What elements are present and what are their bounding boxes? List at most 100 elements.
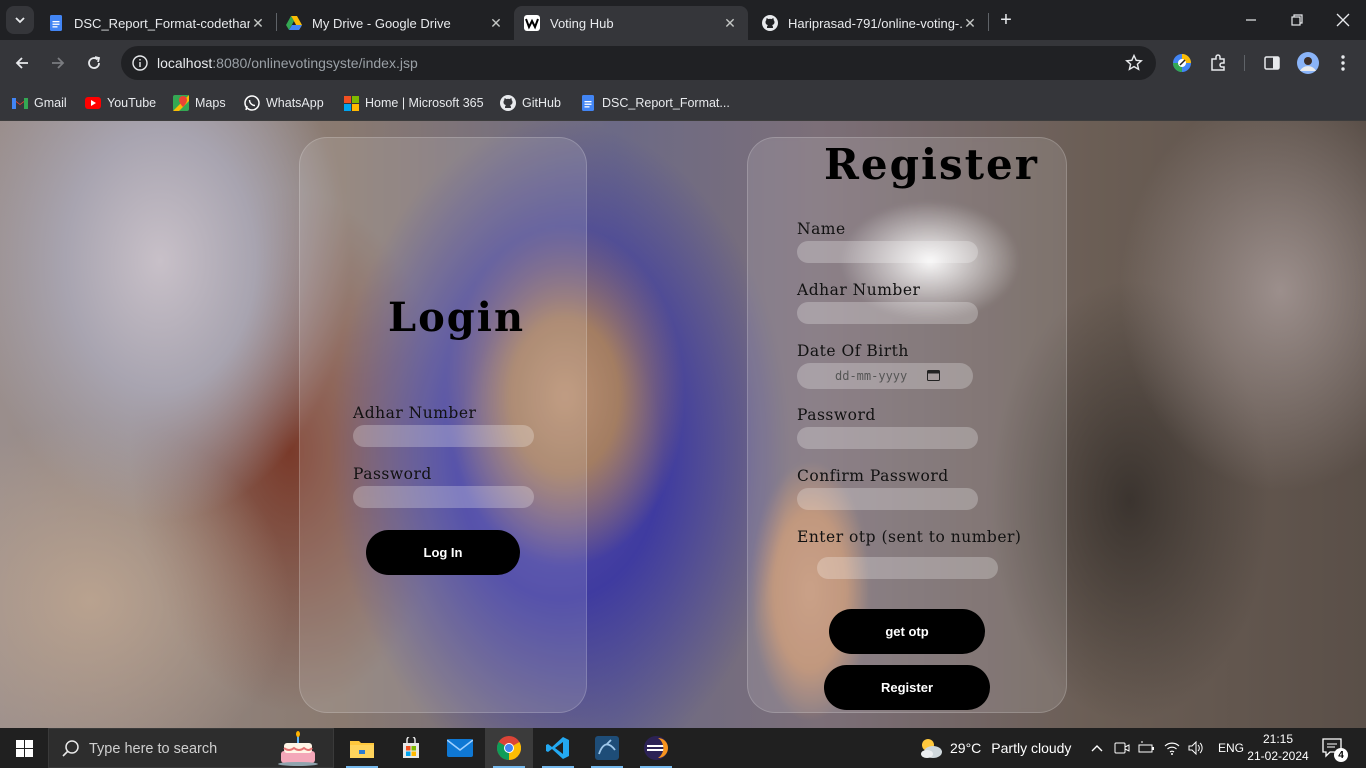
google-docs-icon bbox=[580, 95, 596, 111]
bookmark-youtube[interactable]: YouTube bbox=[85, 92, 156, 114]
close-icon[interactable]: ✕ bbox=[488, 15, 504, 31]
bookmark-label: WhatsApp bbox=[266, 96, 324, 110]
volume-icon[interactable] bbox=[1188, 741, 1204, 755]
reload-icon bbox=[88, 56, 101, 69]
register-password-input[interactable] bbox=[797, 427, 978, 449]
partly-cloudy-icon bbox=[921, 739, 942, 758]
arrow-right-icon bbox=[52, 57, 65, 69]
login-panel: Login Adhar Number Password Log In bbox=[299, 137, 587, 713]
bookmark-maps[interactable]: Maps bbox=[173, 92, 226, 114]
extensions-puzzle-icon[interactable] bbox=[1206, 51, 1230, 75]
site-info-icon[interactable] bbox=[129, 52, 151, 74]
close-icon[interactable]: ✕ bbox=[962, 15, 978, 31]
whatsapp-icon bbox=[244, 95, 260, 111]
bookmark-label: DSC_Report_Format... bbox=[602, 96, 730, 110]
clock[interactable]: 21:15 21-02-2024 bbox=[1246, 731, 1310, 765]
close-window-button[interactable] bbox=[1320, 0, 1366, 40]
meet-now-icon[interactable] bbox=[1114, 740, 1130, 756]
minimize-button[interactable] bbox=[1228, 0, 1274, 40]
tab-search-button[interactable] bbox=[6, 6, 34, 34]
login-adhar-label: Adhar Number bbox=[353, 404, 477, 422]
bookmark-label: GitHub bbox=[522, 96, 561, 110]
mysql-workbench-icon bbox=[595, 736, 619, 760]
bookmark-label: Gmail bbox=[34, 96, 67, 110]
register-panel: Register Name Adhar Number Date Of Birth… bbox=[747, 137, 1067, 713]
extension-speed-icon[interactable] bbox=[1170, 51, 1194, 75]
vscode-icon bbox=[546, 737, 569, 759]
tab-google-drive[interactable]: My Drive - Google Drive ✕ bbox=[276, 6, 514, 40]
taskbar-mail[interactable] bbox=[436, 728, 484, 768]
system-tray: ENG bbox=[1090, 728, 1244, 768]
taskbar-microsoft-store[interactable] bbox=[387, 728, 435, 768]
address-bar[interactable]: localhost:8080/onlinevotingsyste/index.j… bbox=[121, 46, 1156, 80]
github-icon bbox=[500, 95, 516, 111]
tab-github-repo[interactable]: Hariprasad-791/online-voting-... ✕ bbox=[752, 6, 988, 40]
tab-title: Hariprasad-791/online-voting-... bbox=[788, 15, 962, 31]
chevron-up-icon[interactable] bbox=[1090, 743, 1104, 753]
taskbar-mysql-workbench[interactable] bbox=[583, 728, 631, 768]
register-name-label: Name bbox=[797, 220, 846, 238]
forward-button[interactable] bbox=[43, 48, 73, 78]
login-password-input[interactable] bbox=[353, 486, 534, 508]
back-button[interactable] bbox=[7, 48, 37, 78]
tab-title: DSC_Report_Format-codethan... bbox=[74, 15, 250, 31]
voting-hub-page: Login Adhar Number Password Log In Regis… bbox=[0, 121, 1366, 728]
bookmark-star-icon[interactable] bbox=[1124, 53, 1144, 73]
restore-button[interactable] bbox=[1274, 0, 1320, 40]
register-name-input[interactable] bbox=[797, 241, 978, 263]
bookmark-dsc-report[interactable]: DSC_Report_Format... bbox=[580, 92, 730, 114]
taskbar-search-box[interactable]: Type here to search bbox=[48, 728, 334, 768]
notification-center-button[interactable]: 4 bbox=[1322, 728, 1348, 768]
taskbar-chrome[interactable] bbox=[485, 728, 533, 768]
login-adhar-input[interactable] bbox=[353, 425, 534, 447]
weather-temp: 29°C bbox=[950, 740, 982, 756]
bookmark-github[interactable]: GitHub bbox=[500, 92, 561, 114]
wifi-icon[interactable] bbox=[1164, 741, 1180, 755]
taskbar-vscode[interactable] bbox=[534, 728, 582, 768]
side-panel-icon[interactable] bbox=[1260, 51, 1284, 75]
taskbar-file-explorer[interactable] bbox=[338, 728, 386, 768]
new-tab-button[interactable]: + bbox=[994, 8, 1018, 32]
bookmark-microsoft-365[interactable]: Home | Microsoft 365 bbox=[343, 92, 484, 114]
register-adhar-input[interactable] bbox=[797, 302, 978, 324]
url-text[interactable]: localhost:8080/onlinevotingsyste/index.j… bbox=[157, 55, 418, 71]
birthday-cake-icon[interactable] bbox=[275, 731, 321, 767]
taskbar-eclipse[interactable] bbox=[632, 728, 680, 768]
notification-count-badge: 4 bbox=[1334, 748, 1348, 762]
chrome-icon bbox=[497, 736, 521, 760]
login-button[interactable]: Log In bbox=[366, 530, 520, 575]
battery-icon[interactable] bbox=[1138, 741, 1156, 755]
tab-title: Voting Hub bbox=[550, 15, 614, 31]
tab-voting-hub[interactable]: Voting Hub ✕ bbox=[514, 6, 748, 40]
register-confirm-input[interactable] bbox=[797, 488, 978, 510]
register-button[interactable]: Register bbox=[824, 665, 990, 710]
language-indicator[interactable]: ENG bbox=[1218, 741, 1244, 755]
weather-widget[interactable]: 29°C Partly cloudy bbox=[918, 728, 1071, 768]
gmail-icon bbox=[12, 95, 28, 111]
maps-icon bbox=[173, 95, 189, 111]
close-icon[interactable]: ✕ bbox=[722, 15, 738, 31]
bookmark-whatsapp[interactable]: WhatsApp bbox=[244, 92, 324, 114]
register-otp-input[interactable] bbox=[817, 557, 998, 579]
toolbar-divider bbox=[1244, 55, 1245, 71]
dob-placeholder: dd-mm-yyyy bbox=[835, 369, 908, 383]
close-icon[interactable]: ✕ bbox=[250, 15, 266, 31]
arrow-left-icon bbox=[15, 57, 28, 69]
windows-logo-icon bbox=[15, 739, 33, 757]
google-drive-icon bbox=[286, 15, 302, 31]
weather-text: Partly cloudy bbox=[991, 740, 1072, 756]
start-button[interactable] bbox=[0, 728, 48, 768]
get-otp-button[interactable]: get otp bbox=[829, 609, 985, 654]
profile-avatar[interactable] bbox=[1296, 51, 1320, 75]
reload-button[interactable] bbox=[79, 48, 109, 78]
register-confirm-label: Confirm Password bbox=[797, 467, 949, 485]
tab-dsc-report[interactable]: DSC_Report_Format-codethan... ✕ bbox=[38, 6, 276, 40]
calendar-icon[interactable] bbox=[927, 369, 940, 381]
search-icon bbox=[62, 740, 79, 757]
close-icon bbox=[1336, 13, 1350, 27]
register-adhar-label: Adhar Number bbox=[797, 281, 921, 299]
menu-kebab-icon[interactable] bbox=[1331, 51, 1355, 75]
register-dob-input[interactable]: dd-mm-yyyy bbox=[797, 363, 973, 389]
url-path: :8080/onlinevotingsyste/index.jsp bbox=[212, 55, 418, 71]
bookmark-gmail[interactable]: Gmail bbox=[12, 92, 67, 114]
